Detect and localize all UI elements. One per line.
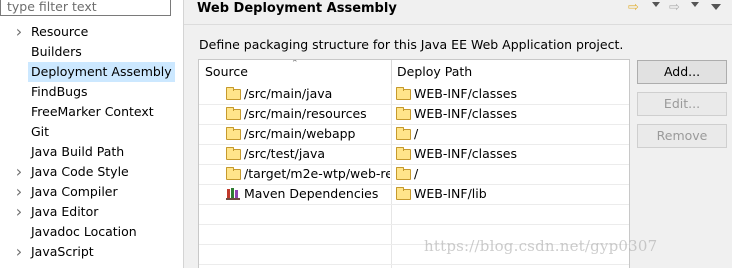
sidebar-item[interactable]: Builders [0, 42, 183, 62]
source-cell: /src/main/webapp [226, 124, 390, 144]
row-gridline [199, 204, 629, 205]
source-path: /src/main/java [244, 86, 333, 101]
deploy-path: WEB-INF/classes [414, 106, 518, 121]
edit-button[interactable]: Edit... [637, 92, 727, 116]
column-header-deploy-path-label: Deploy Path [397, 64, 473, 79]
column-header-source-label: Source [205, 64, 248, 79]
sidebar-item[interactable]: Javadoc Location [0, 222, 183, 242]
forward-history-dropdown-icon[interactable] [691, 2, 699, 7]
sidebar-item[interactable]: › Resource [0, 22, 183, 42]
folder-icon [226, 127, 241, 140]
folder-icon [396, 147, 411, 160]
source-path: /target/m2e-wtp/web-resources [244, 166, 390, 181]
sidebar-item[interactable]: › Java Compiler [0, 182, 183, 202]
row-gridline [199, 224, 629, 225]
title-separator [184, 24, 732, 25]
deploy-path-cell: WEB-INF/classes [396, 104, 626, 124]
sidebar-item[interactable]: Git [0, 122, 183, 142]
chevron-right-icon[interactable]: › [14, 202, 24, 222]
source-path: Maven Dependencies [244, 186, 379, 201]
table-row[interactable]: /src/main/java WEB-INF/classes [199, 84, 629, 104]
sidebar-item[interactable]: Java Build Path [0, 142, 183, 162]
page-title: Web Deployment Assembly [197, 1, 397, 16]
sidebar-item-label: Java Compiler [31, 184, 118, 199]
folder-icon [226, 167, 241, 180]
deploy-path-cell: WEB-INF/lib [396, 184, 626, 204]
deploy-path: WEB-INF/classes [414, 86, 518, 101]
view-menu-icon[interactable] [711, 4, 721, 10]
folder-icon [396, 187, 411, 200]
column-header-deploy-path[interactable]: Deploy Path [391, 60, 629, 84]
sidebar-item[interactable]: FreeMarker Context [0, 102, 183, 122]
sidebar-item[interactable]: › Java Editor [0, 202, 183, 222]
pane-divider[interactable] [183, 0, 184, 268]
deploy-path: / [414, 166, 419, 181]
properties-navigation-pane: › Resource Builders Deployment Assembly Find… [0, 0, 183, 268]
add-button[interactable]: Add... [637, 60, 727, 84]
forward-arrow-icon[interactable]: ⇨ [669, 0, 680, 16]
back-history-dropdown-icon[interactable] [652, 2, 660, 7]
table-row[interactable]: /src/main/resources WEB-INF/classes [199, 104, 629, 124]
folder-icon [226, 147, 241, 160]
sort-ascending-icon: ⌃ [291, 59, 299, 69]
sidebar-item-label: Java Build Path [31, 144, 125, 159]
sidebar-item-label: Java Code Style [31, 164, 129, 179]
source-path: /src/main/resources [244, 106, 367, 121]
chevron-right-icon[interactable]: › [14, 182, 24, 202]
chevron-right-icon[interactable]: › [14, 242, 24, 262]
sidebar-item[interactable]: › JavaScript [0, 242, 183, 262]
filter-input[interactable] [0, 0, 171, 16]
page-description: Define packaging structure for this Java… [199, 37, 624, 52]
deploy-path-cell: / [396, 124, 626, 144]
sidebar-item-label: Resource [31, 24, 89, 39]
deploy-path-cell: WEB-INF/classes [396, 84, 626, 104]
source-path: /src/test/java [244, 146, 326, 161]
table-row[interactable]: /src/test/java WEB-INF/classes [199, 144, 629, 164]
deploy-path: WEB-INF/classes [414, 146, 518, 161]
chevron-right-icon[interactable]: › [14, 162, 24, 182]
table-row[interactable]: Maven Dependencies WEB-INF/lib [199, 184, 629, 204]
source-cell: /src/test/java [226, 144, 390, 164]
sidebar-item-label: FindBugs [31, 84, 88, 99]
sidebar-item-label: JavaScript [31, 244, 94, 259]
sidebar-item-label: FreeMarker Context [31, 104, 154, 119]
deploy-path: / [414, 126, 419, 141]
folder-icon [396, 87, 411, 100]
chevron-right-icon[interactable]: › [14, 22, 24, 42]
source-cell: /src/main/java [226, 84, 390, 104]
source-cell: /src/main/resources [226, 104, 390, 124]
back-arrow-icon[interactable]: ⇨ [628, 0, 639, 16]
folder-icon [226, 107, 241, 120]
source-cell: /target/m2e-wtp/web-resources [226, 164, 390, 184]
row-gridline [199, 264, 629, 265]
watermark: https://blog.csdn.net/gyp0307 [424, 237, 658, 255]
deploy-path-cell: WEB-INF/classes [396, 144, 626, 164]
remove-button[interactable]: Remove [637, 124, 727, 148]
table-row[interactable]: /src/main/webapp / [199, 124, 629, 144]
source-path: /src/main/webapp [244, 126, 356, 141]
table-row[interactable]: /target/m2e-wtp/web-resources / [199, 164, 629, 184]
deploy-path: WEB-INF/lib [414, 186, 487, 201]
folder-icon [396, 107, 411, 120]
folder-icon [226, 87, 241, 100]
folder-icon [396, 127, 411, 140]
folder-icon [396, 167, 411, 180]
sidebar-item-label: Builders [31, 44, 82, 59]
sidebar-item-label: Git [31, 124, 50, 139]
sidebar-item-label: Java Editor [31, 204, 99, 219]
deploy-path-cell: / [396, 164, 626, 184]
sidebar-item[interactable]: FindBugs [0, 82, 183, 102]
sidebar-item-label: Javadoc Location [31, 224, 137, 239]
maven-library-icon [226, 187, 241, 200]
source-cell: Maven Dependencies [226, 184, 390, 204]
sidebar-item[interactable]: Deployment Assembly [0, 62, 183, 82]
sidebar-item-label: Deployment Assembly [28, 62, 175, 82]
sidebar-item[interactable]: › Java Code Style [0, 162, 183, 182]
